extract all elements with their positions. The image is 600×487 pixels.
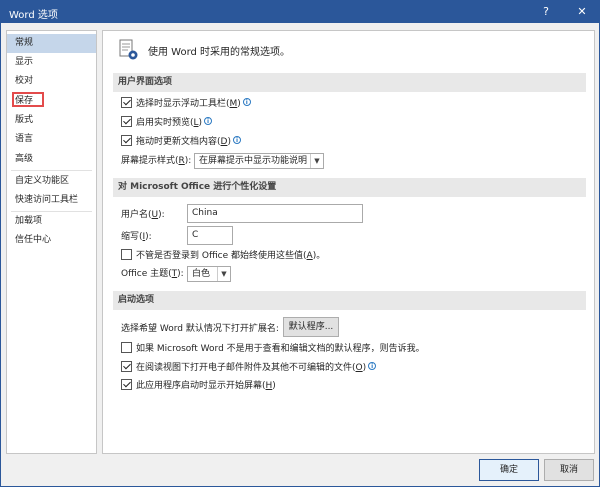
office-theme-select[interactable]: 白色 ▼ — [187, 266, 231, 282]
sidebar-item-general[interactable]: 常规 — [7, 34, 96, 53]
live-preview-option[interactable]: 启用实时预览(L) i — [121, 115, 213, 131]
default-extension-label: 选择希望 Word 默认情况下打开扩展名: — [121, 324, 279, 334]
live-preview-checkbox[interactable] — [121, 116, 132, 127]
ui-options-header: 用户界面选项 — [113, 73, 586, 92]
sidebar-item-language[interactable]: 语言 — [7, 130, 96, 149]
start-screen-option[interactable]: 此应用程序启动时显示开始屏幕(H) — [121, 378, 276, 394]
update-content-checkbox[interactable] — [121, 135, 132, 146]
sidebar-divider — [11, 170, 92, 171]
sidebar-item-customize-ribbon[interactable]: 自定义功能区 — [7, 172, 96, 191]
chevron-down-icon: ▼ — [310, 154, 323, 168]
ok-button[interactable]: 确定 — [479, 459, 539, 481]
cancel-button[interactable]: 取消 — [544, 459, 594, 481]
sidebar-item-quick-access[interactable]: 快速访问工具栏 — [7, 191, 96, 210]
sidebar-item-layout[interactable]: 版式 — [7, 111, 96, 130]
tell-me-checkbox[interactable] — [121, 342, 132, 353]
always-use-checkbox[interactable] — [121, 249, 132, 260]
sidebar-item-add-ins[interactable]: 加载项 — [7, 212, 96, 231]
info-icon[interactable]: i — [242, 98, 251, 106]
window-title: Word 选项 — [9, 10, 58, 21]
office-theme-label: Office 主题(T): — [121, 269, 184, 279]
intro-text: 使用 Word 时采用的常规选项。 — [148, 47, 291, 58]
title-bar: Word 选项 ? ✕ — [1, 1, 599, 23]
screentip-style-row: 屏幕提示样式(R): — [121, 156, 192, 166]
mini-toolbar-checkbox[interactable] — [121, 97, 132, 108]
general-options-icon — [119, 39, 138, 60]
close-button[interactable]: ✕ — [567, 1, 597, 23]
chevron-down-icon: ▼ — [217, 267, 230, 281]
personalize-header: 对 Microsoft Office 进行个性化设置 — [113, 178, 586, 197]
update-content-option[interactable]: 拖动时更新文档内容(D) i — [121, 134, 241, 150]
sidebar-item-proofing[interactable]: 校对 — [7, 72, 96, 91]
save-highlight-box — [12, 92, 44, 107]
help-button[interactable]: ? — [531, 1, 561, 23]
sidebar-item-advanced[interactable]: 高级 — [7, 150, 96, 169]
always-use-option[interactable]: 不管是否登录到 Office 都始终使用这些值(A)。 — [121, 248, 325, 264]
initials-label: 缩写(I): — [121, 232, 152, 242]
startup-options-header: 启动选项 — [113, 291, 586, 310]
screentip-style-select[interactable]: 在屏幕提示中显示功能说明 ▼ — [194, 153, 324, 169]
options-sidebar: 常规 显示 校对 保存 版式 语言 高级 自定义功能区 快速访问工具栏 加载项 … — [6, 30, 97, 454]
tell-me-option[interactable]: 如果 Microsoft Word 不是用于查看和编辑文档的默认程序，则告诉我。 — [121, 341, 425, 357]
info-icon[interactable]: i — [232, 136, 241, 144]
sidebar-item-trust-center[interactable]: 信任中心 — [7, 231, 96, 250]
word-options-dialog: Word 选项 ? ✕ 常规 显示 校对 保存 版式 语言 高级 自定义功能区 … — [0, 0, 600, 487]
username-label: 用户名(U): — [121, 210, 165, 220]
mini-toolbar-option[interactable]: 选择时显示浮动工具栏(M) i — [121, 96, 251, 112]
info-icon[interactable]: i — [204, 117, 213, 125]
reading-view-option[interactable]: 在阅读视图下打开电子邮件附件及其他不可编辑的文件(O) i — [121, 360, 377, 376]
reading-view-checkbox[interactable] — [121, 361, 132, 372]
default-programs-button[interactable]: 默认程序... — [283, 317, 339, 337]
sidebar-item-display[interactable]: 显示 — [7, 53, 96, 72]
options-content-panel: 使用 Word 时采用的常规选项。 用户界面选项 选择时显示浮动工具栏(M) i … — [102, 30, 595, 454]
info-icon[interactable]: i — [368, 362, 377, 370]
username-input[interactable]: China — [187, 204, 363, 223]
initials-input[interactable]: C — [187, 226, 233, 245]
start-screen-checkbox[interactable] — [121, 379, 132, 390]
